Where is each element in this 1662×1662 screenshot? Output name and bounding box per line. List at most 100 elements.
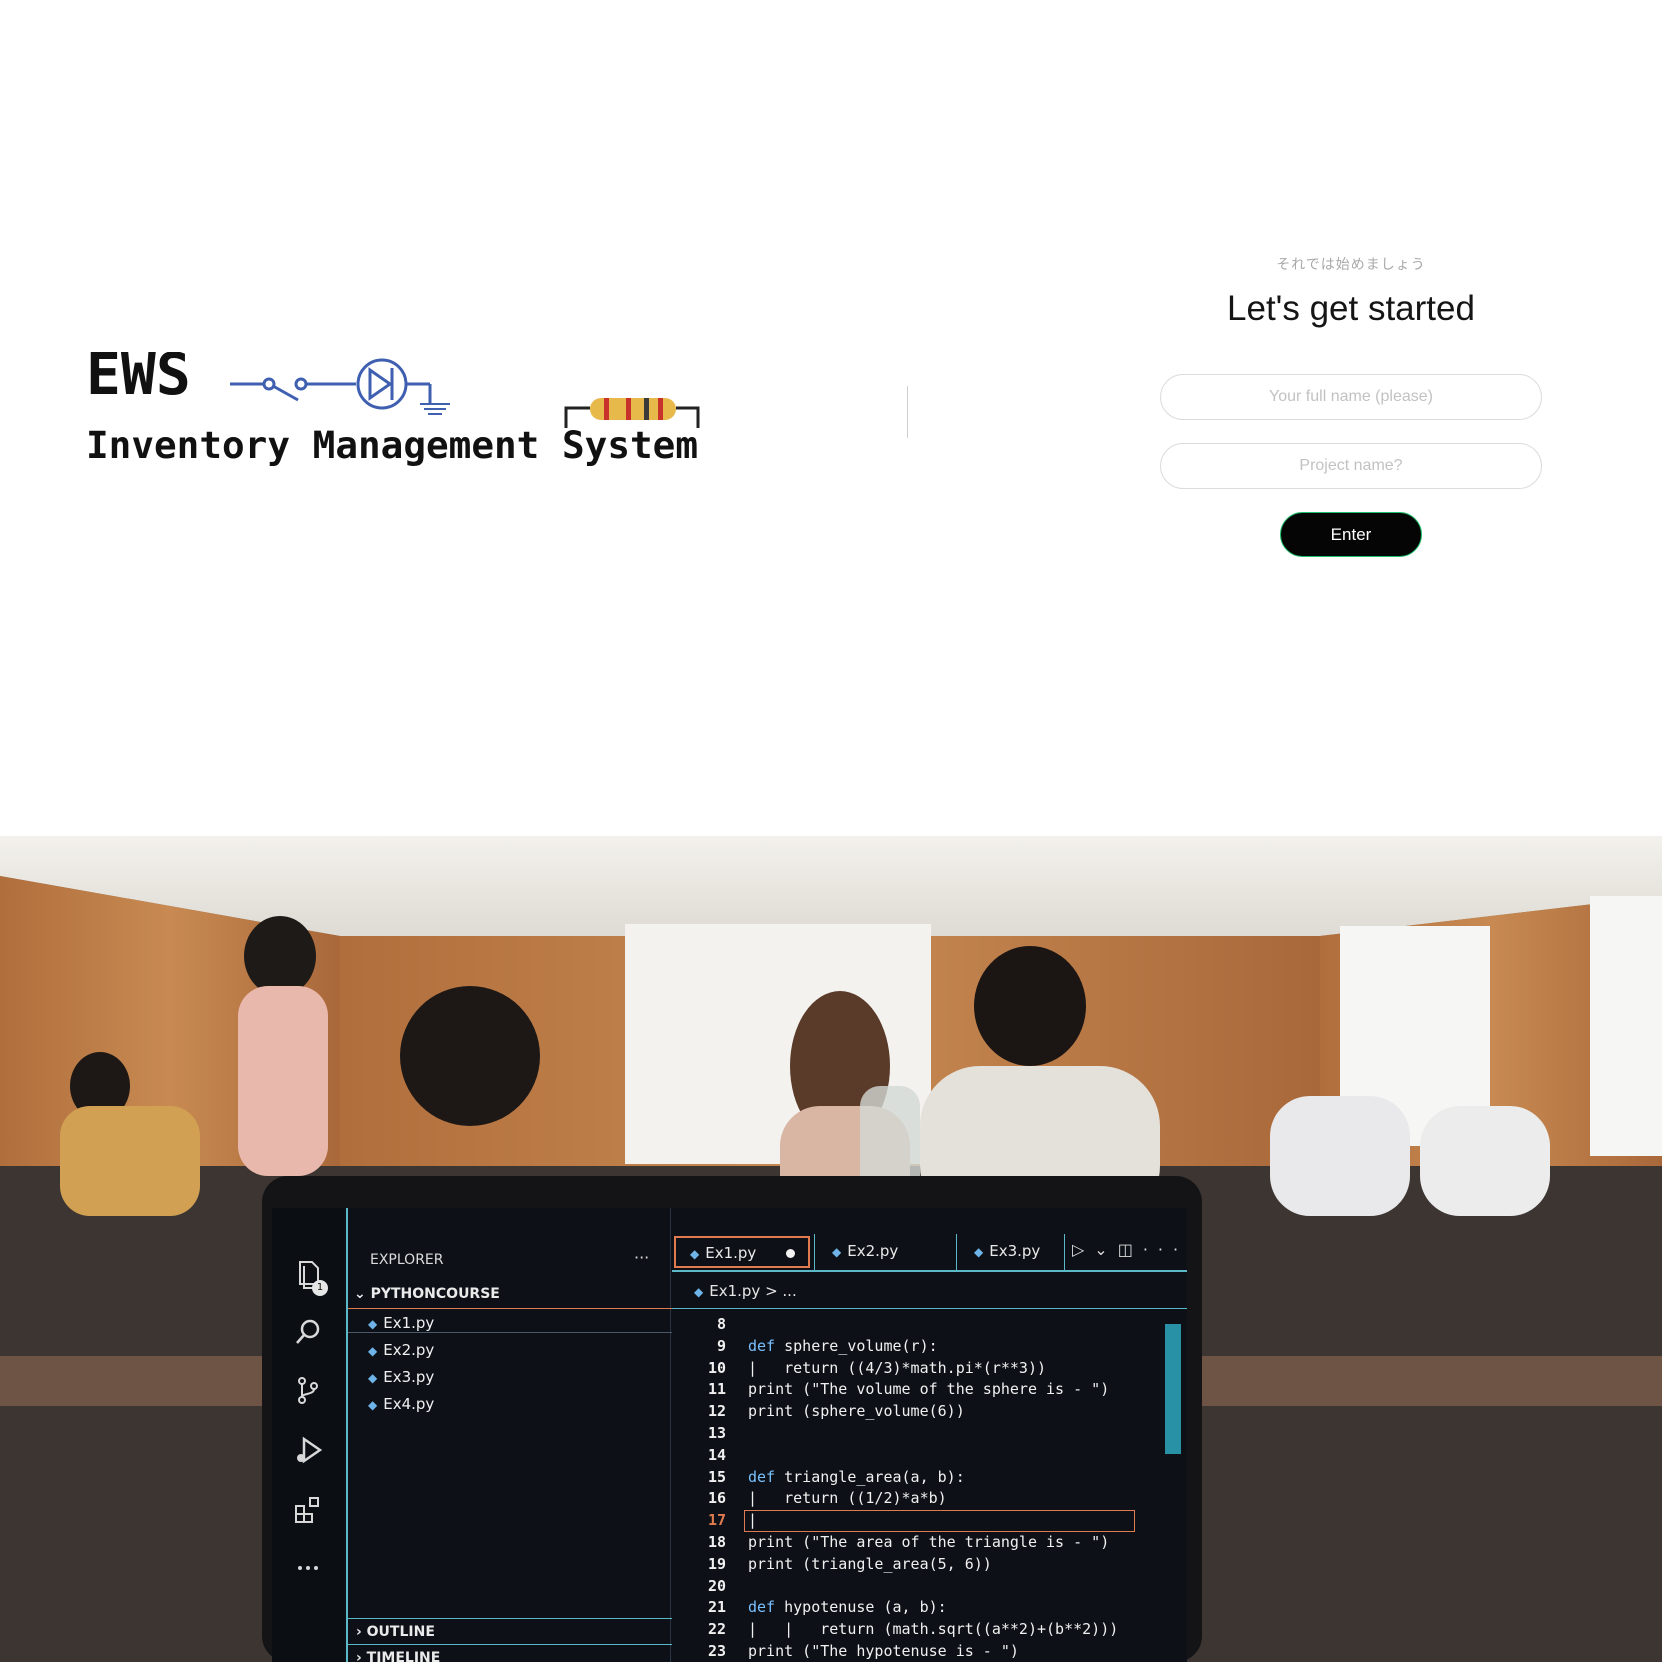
logo-graphic: EWS Inventory Management System	[86, 352, 700, 467]
folder-label: PYTHONCOURSE	[370, 1286, 500, 1302]
code-line: 14	[672, 1445, 1187, 1467]
classroom-photo: 1 EXPLORER ··· ⌄ PYTHONCOURSE ◆ Ex1.py ◆ E…	[0, 836, 1662, 1662]
editor-tabs: ◆ Ex1.py ◆ Ex2.py ◆ Ex3.py ▷⌄◫···	[672, 1230, 1187, 1272]
logo-tagline: Inventory Management System	[86, 424, 698, 467]
landing-page: EWS Inventory Management System それでは始めまし…	[0, 0, 1662, 1662]
panel-divider	[348, 1618, 673, 1619]
file-ex2[interactable]: ◆ Ex2.py	[368, 1341, 434, 1359]
code-line: 18 print ("The area of the triangle is - …	[672, 1532, 1187, 1554]
file-label: Ex4.py	[383, 1395, 435, 1413]
line-number: 12	[707, 1402, 726, 1421]
python-icon: ◆	[368, 1371, 378, 1385]
line-source: | | return (math.sqrt((a**2)+(b**2)))	[748, 1620, 1119, 1639]
get-started-form: それでは始めましょう Let's get started Enter	[1160, 255, 1542, 557]
project-name-input[interactable]	[1160, 443, 1542, 489]
code-line: 19 print (triangle_area(5, 6))	[672, 1554, 1187, 1576]
outline-panel[interactable]: › OUTLINE	[356, 1624, 435, 1640]
code-line: 9 def sphere_volume(r):	[672, 1336, 1187, 1358]
vertical-divider	[907, 386, 908, 438]
activity-bar: 1	[272, 1208, 344, 1662]
python-icon: ◆	[974, 1245, 984, 1259]
explorer-title: EXPLORER	[370, 1252, 444, 1268]
line-source: def triangle_area(a, b):	[748, 1467, 965, 1486]
form-title: Let's get started	[1227, 289, 1475, 328]
line-number: 10	[707, 1358, 726, 1377]
line-source: def sphere_volume(r):	[748, 1336, 938, 1355]
tab-ex1[interactable]: ◆ Ex1.py	[674, 1236, 810, 1268]
timeline-panel[interactable]: › TIMELINE	[356, 1650, 440, 1662]
current-line-highlight	[744, 1510, 1135, 1533]
code-line: 11 print ("The volume of the sphere is - …	[672, 1379, 1187, 1401]
python-icon: ◆	[694, 1285, 704, 1299]
python-icon: ◆	[368, 1344, 378, 1358]
explorer-sidebar: EXPLORER ··· ⌄ PYTHONCOURSE ◆ Ex1.py ◆ Ex2…	[346, 1208, 673, 1662]
line-number: 11	[707, 1380, 726, 1399]
outline-label: OUTLINE	[366, 1624, 435, 1640]
code-editor: ◆ Ex1.py ◆ Ex2.py ◆ Ex3.py ▷⌄◫··· ◆ Ex1.py >…	[672, 1208, 1187, 1662]
breadcrumb-divider	[672, 1308, 1187, 1309]
line-source: print ("The area of the triangle is - ")	[748, 1532, 1110, 1551]
python-icon: ◆	[368, 1398, 378, 1412]
line-number: 8	[716, 1315, 726, 1333]
file-ex1[interactable]: ◆ Ex1.py	[368, 1314, 434, 1332]
code-line: 16 | return ((1/2)*a*b)	[672, 1488, 1187, 1510]
form-subtitle: それでは始めましょう	[1276, 257, 1426, 273]
line-source: print ("The hypotenuse is - ")	[748, 1641, 1019, 1660]
panel-divider	[348, 1644, 673, 1645]
line-number: 22	[707, 1620, 726, 1639]
python-icon: ◆	[368, 1317, 378, 1331]
line-number: 9	[716, 1336, 726, 1355]
breadcrumb[interactable]: ◆ Ex1.py > ...	[694, 1282, 797, 1300]
run-icon[interactable]: ▷⌄	[1072, 1240, 1118, 1259]
line-number: 19	[707, 1554, 726, 1573]
tab-divider	[814, 1234, 815, 1270]
search-icon	[296, 1319, 320, 1344]
python-icon: ◆	[690, 1247, 700, 1261]
line-source: |	[748, 1511, 758, 1530]
editor-more-icon[interactable]: ···	[1143, 1240, 1187, 1259]
line-number: 13	[707, 1423, 726, 1442]
tab-label: Ex1.py	[705, 1244, 757, 1262]
circuit-diode-icon	[230, 358, 450, 415]
tab-label: Ex2.py	[847, 1242, 899, 1260]
ews-logo: EWS Inventory Management System	[86, 352, 706, 482]
folder-pythoncourse[interactable]: ⌄ PYTHONCOURSE	[354, 1286, 500, 1302]
line-source: def hypotenuse (a, b):	[748, 1598, 947, 1617]
file-ex4[interactable]: ◆ Ex4.py	[368, 1395, 434, 1413]
more-icon	[298, 1566, 318, 1570]
code-line: 8	[672, 1314, 1187, 1336]
python-icon: ◆	[832, 1245, 842, 1259]
timeline-label: TIMELINE	[366, 1650, 441, 1662]
line-number: 21	[707, 1598, 726, 1617]
line-number: 17	[707, 1511, 726, 1530]
code-area[interactable]: 8 9 def sphere_volume(r): 10 | return ((4/3)…	[672, 1314, 1187, 1662]
split-editor-icon[interactable]: ◫	[1118, 1240, 1143, 1259]
code-line: 15 def triangle_area(a, b):	[672, 1467, 1187, 1489]
code-line: 10 | return ((4/3)*math.pi*(r**3))	[672, 1358, 1187, 1380]
logo-brand: EWS	[86, 352, 191, 408]
tab-ex2[interactable]: ◆ Ex2.py	[818, 1236, 948, 1268]
source-control-icon	[298, 1377, 318, 1404]
code-line: 12 print (sphere_volume(6))	[672, 1401, 1187, 1423]
line-number: 14	[707, 1445, 726, 1464]
line-number: 18	[707, 1532, 726, 1551]
file-label: Ex1.py	[383, 1314, 435, 1332]
tab-label: Ex3.py	[989, 1242, 1041, 1260]
file-label: Ex3.py	[383, 1368, 435, 1386]
folder-divider	[348, 1308, 673, 1309]
line-source: print ("The volume of the sphere is - ")	[748, 1380, 1110, 1399]
line-source: | return ((1/2)*a*b)	[748, 1489, 947, 1508]
code-line: 17 |	[672, 1510, 1187, 1533]
enter-button[interactable]: Enter	[1280, 512, 1422, 557]
file-ex3[interactable]: ◆ Ex3.py	[368, 1368, 434, 1386]
line-source: print (triangle_area(5, 6))	[748, 1554, 992, 1573]
line-number: 16	[707, 1489, 726, 1508]
unsaved-dot-icon	[786, 1249, 796, 1258]
file-label: Ex2.py	[383, 1341, 435, 1359]
full-name-input[interactable]	[1160, 374, 1542, 420]
tab-ex3[interactable]: ◆ Ex3.py	[960, 1236, 1060, 1268]
tab-divider	[956, 1234, 957, 1270]
editor-toolbar: ▷⌄◫···	[1072, 1240, 1187, 1259]
explorer-more-icon[interactable]: ···	[634, 1248, 649, 1267]
breadcrumb-label: Ex1.py > ...	[709, 1282, 797, 1300]
